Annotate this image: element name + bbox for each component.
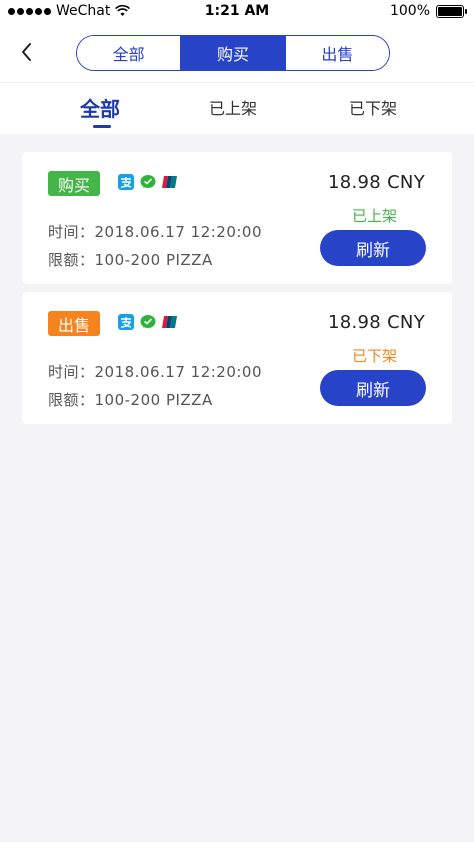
segment-buy[interactable]: 购买 bbox=[180, 36, 285, 70]
order-card[interactable]: 出售 时间：2018.06.17 12:20:00 限额：100-200 PIZ… bbox=[22, 292, 452, 424]
order-price: 18.98 CNY bbox=[328, 312, 425, 333]
battery-percent: 100% bbox=[389, 3, 430, 19]
battery-fill bbox=[438, 6, 462, 16]
order-limit: 限额：100-200 PIZZA bbox=[48, 391, 213, 409]
order-status: 已上架 bbox=[351, 207, 397, 225]
segmented-control: 全部 购买 出售 bbox=[76, 35, 390, 71]
payment-methods bbox=[118, 314, 178, 330]
order-price: 18.98 CNY bbox=[328, 172, 425, 193]
order-time: 时间：2018.06.17 12:20:00 bbox=[48, 363, 263, 381]
nav-bar: 全部 购买 出售 bbox=[0, 24, 474, 82]
segment-all[interactable]: 全部 bbox=[77, 36, 181, 70]
payment-methods bbox=[118, 174, 178, 190]
order-card[interactable]: 购买 时间：2018.06.17 12:20:00 限额：100-200 PIZ… bbox=[22, 152, 452, 284]
unionpay-icon bbox=[162, 316, 177, 328]
status-right: 100% bbox=[389, 3, 467, 19]
order-status: 已下架 bbox=[351, 347, 397, 365]
alipay-icon bbox=[118, 314, 134, 330]
status-bar: WeChat 1:21 AM 100% bbox=[0, 0, 474, 24]
refresh-button[interactable]: 刷新 bbox=[320, 370, 426, 406]
order-limit: 限额：100-200 PIZZA bbox=[48, 251, 213, 269]
chevron-left-icon bbox=[22, 43, 31, 61]
tab-delisted[interactable]: 已下架 bbox=[349, 95, 397, 119]
active-tab-indicator bbox=[93, 125, 111, 128]
tab-listed[interactable]: 已上架 bbox=[209, 95, 257, 119]
wechat-pay-icon bbox=[140, 315, 156, 328]
segment-sell[interactable]: 出售 bbox=[284, 36, 389, 70]
battery-icon bbox=[436, 4, 467, 18]
order-time: 时间：2018.06.17 12:20:00 bbox=[48, 223, 263, 241]
alipay-icon bbox=[118, 174, 134, 190]
unionpay-icon bbox=[162, 176, 177, 188]
tab-all[interactable]: 全部 bbox=[80, 93, 120, 122]
refresh-button[interactable]: 刷新 bbox=[320, 230, 426, 266]
wechat-pay-icon bbox=[140, 175, 156, 188]
order-type-badge: 购买 bbox=[48, 171, 100, 196]
order-type-badge: 出售 bbox=[48, 311, 100, 336]
back-button[interactable] bbox=[14, 38, 42, 66]
filter-tabs: 全部 已上架 已下架 bbox=[0, 82, 474, 134]
